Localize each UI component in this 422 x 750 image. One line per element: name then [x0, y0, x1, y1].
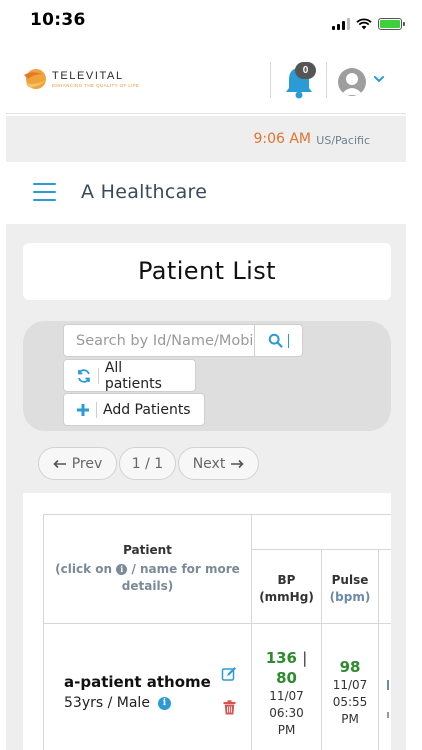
search-box [63, 324, 303, 357]
prev-page-button[interactable]: Prev [38, 447, 117, 480]
televital-logo[interactable]: TELEVITAL ENHANCING THE QUALITY OF LIFE [22, 66, 139, 92]
search-button[interactable] [254, 325, 302, 356]
org-bar: A Healthcare [6, 162, 406, 224]
pulse-header-label: Pulse [331, 573, 369, 587]
pulse-header-unit: (bpm) [329, 590, 371, 604]
patient-info-icon[interactable]: i [157, 696, 171, 710]
logo-mark-icon [24, 69, 46, 89]
logo-wordmark: TELEVITAL [52, 70, 124, 82]
patient-age-gender: 53yrs / Male [64, 695, 150, 711]
hamburger-menu-icon[interactable] [33, 183, 56, 201]
cellular-signal-icon [332, 18, 350, 30]
chevron-down-icon[interactable] [373, 74, 385, 84]
bp-reading: 136 | [265, 649, 308, 667]
bp-header-label: BP [277, 573, 296, 587]
patient-header-hint: (click on i / name for more details) [55, 562, 240, 593]
filter-panel: All patients Add Patients [23, 321, 391, 431]
arrow-left-icon [53, 459, 66, 468]
battery-icon [378, 18, 405, 30]
column-header-pulse: Pulse (bpm) [321, 549, 379, 624]
timezone-label: US/Pacific [316, 134, 370, 147]
page-title: Patient List [138, 257, 276, 285]
pulse-reading: 98 [339, 658, 361, 676]
header-divider [270, 62, 271, 98]
prev-label: Prev [71, 455, 103, 472]
pulse-time: 05:55 [332, 695, 368, 709]
trash-icon[interactable] [223, 700, 236, 715]
patient-table: Patient (click on i / name for more deta… [23, 493, 391, 750]
pagination: Prev 1 / 1 Next [38, 447, 259, 480]
pulse-ampm: PM [341, 712, 359, 726]
bp-diastolic: 80 [276, 669, 297, 687]
next-label: Next [192, 455, 226, 472]
page-indicator: 1 / 1 [119, 447, 176, 480]
pulse-date: 11/07 [332, 678, 368, 692]
bp-date: 11/07 [269, 689, 304, 703]
current-time: 9:06 AM [253, 131, 311, 147]
arrow-right-icon [231, 459, 244, 468]
table-row-patient-cell: a-patient athome 53yrs / Male i [43, 623, 252, 750]
all-patients-button[interactable]: All patients [63, 359, 196, 392]
column-header-bp: BP (mmHg) [251, 549, 322, 624]
edit-icon[interactable] [221, 666, 237, 682]
refresh-icon [78, 368, 90, 383]
bp-ampm: PM [277, 723, 296, 737]
user-avatar-icon [341, 73, 363, 95]
logo-tagline: ENHANCING THE QUALITY OF LIFE [52, 83, 140, 88]
bp-header-unit: (mmHg) [259, 590, 314, 604]
patient-header-label: Patient [123, 543, 172, 557]
page-title-card: Patient List [23, 243, 391, 300]
table-row-more-cell [378, 623, 391, 750]
patient-name[interactable]: a-patient athome [64, 673, 211, 691]
avatar[interactable] [338, 68, 366, 96]
column-group-header [251, 514, 391, 550]
column-header-more [378, 549, 391, 624]
status-time: 10:36 [30, 10, 86, 30]
truncated-column-mark [387, 680, 389, 690]
app-header: TELEVITAL ENHANCING THE QUALITY OF LIFE … [6, 48, 406, 114]
table-row-pulse-cell: 98 11/07 05:55 PM [321, 623, 379, 750]
main-content: Patient List All patients [6, 224, 406, 750]
all-patients-label: All patients [104, 359, 162, 392]
organization-name: A Healthcare [81, 181, 208, 203]
add-patients-label: Add Patients [103, 401, 191, 418]
separator [97, 367, 99, 384]
separator [288, 333, 289, 348]
plus-icon [77, 403, 89, 416]
status-icons [332, 18, 405, 30]
table-row-bp-cell: 136 | 80 11/07 06:30 PM [251, 623, 322, 750]
column-header-patient: Patient (click on i / name for more deta… [43, 514, 252, 624]
search-input[interactable] [64, 325, 254, 356]
time-bar: 9:06 AM US/Pacific [6, 116, 406, 162]
patient-info: 53yrs / Male i [64, 695, 171, 711]
header-divider [326, 62, 327, 98]
next-page-button[interactable]: Next [178, 447, 259, 480]
bp-time: 06:30 [269, 706, 304, 720]
wifi-icon [356, 18, 372, 30]
status-bar: 10:36 [0, 0, 422, 44]
info-icon: i [116, 564, 128, 575]
truncated-column-mark [387, 712, 389, 718]
add-patients-button[interactable]: Add Patients [63, 393, 205, 426]
search-icon [268, 333, 283, 348]
notification-badge: 0 [295, 62, 316, 79]
separator [96, 401, 97, 418]
